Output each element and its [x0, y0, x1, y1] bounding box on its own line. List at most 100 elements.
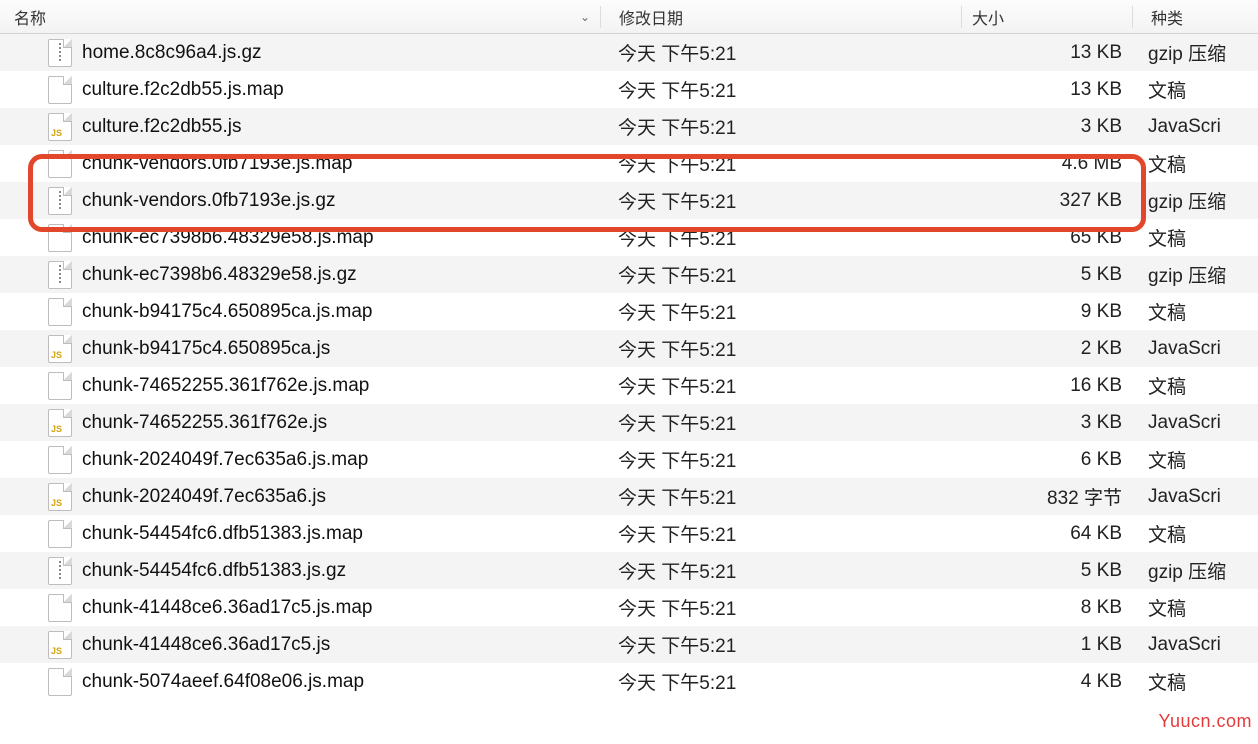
file-size-cell: 2 KB — [960, 338, 1130, 360]
file-size-cell: 5 KB — [960, 560, 1130, 582]
column-header-date-label: 修改日期 — [619, 11, 683, 28]
file-row[interactable]: culture.f2c2db55.js.map今天 下午5:2113 KB文稿 — [0, 71, 1258, 108]
file-size-cell: 3 KB — [960, 116, 1130, 138]
column-header-name-label: 名称 — [14, 5, 46, 29]
gzip-file-icon — [48, 261, 72, 289]
file-name-cell: chunk-74652255.361f762e.js.map — [0, 372, 600, 400]
column-header-kind[interactable]: 种类 — [1133, 5, 1258, 29]
file-name-label: chunk-2024049f.7ec635a6.js.map — [82, 449, 368, 471]
file-row[interactable]: chunk-2024049f.7ec635a6.js.map 今天 下午5:216… — [0, 441, 1258, 478]
file-name-cell: chunk-2024049f.7ec635a6.js.map — [0, 446, 600, 474]
file-kind-cell: 文稿 — [1130, 298, 1258, 325]
file-name-cell: home.8c8c96a4.js.gz — [0, 39, 600, 67]
file-name-cell: chunk-b94175c4.650895ca.js.map — [0, 298, 600, 326]
file-kind-cell: 文稿 — [1130, 150, 1258, 177]
file-row[interactable]: chunk-b94175c4.650895ca.js今天 下午5:212 KBJ… — [0, 330, 1258, 367]
file-name-label: chunk-74652255.361f762e.js — [82, 412, 327, 434]
file-row[interactable]: chunk-ec7398b6.48329e58.js.map 今天 下午5:216… — [0, 219, 1258, 256]
column-header-date[interactable]: 修改日期 — [601, 5, 961, 29]
file-size-cell: 9 KB — [960, 301, 1130, 323]
gzip-file-icon — [48, 557, 72, 585]
file-name-label: chunk-ec7398b6.48329e58.js.map — [82, 227, 374, 249]
file-name-cell: culture.f2c2db55.js.map — [0, 76, 600, 104]
file-date-cell: 今天 下午5:21 — [600, 594, 960, 621]
file-date-cell: 今天 下午5:21 — [600, 150, 960, 177]
file-size-cell: 64 KB — [960, 523, 1130, 545]
document-file-icon — [48, 150, 72, 178]
file-size-cell: 65 KB — [960, 227, 1130, 249]
column-header-name[interactable]: 名称 ⌄ — [0, 5, 600, 29]
file-name-label: chunk-vendors.0fb7193e.js.map — [82, 153, 352, 175]
file-name-label: chunk-41448ce6.36ad17c5.js.map — [82, 597, 372, 619]
file-size-cell: 13 KB — [960, 42, 1130, 64]
column-header-size[interactable]: 大小 — [962, 5, 1132, 29]
file-size-cell: 327 KB — [960, 190, 1130, 212]
file-name-cell: chunk-ec7398b6.48329e58.js.map — [0, 224, 600, 252]
file-date-cell: 今天 下午5:21 — [600, 446, 960, 473]
file-name-label: chunk-54454fc6.dfb51383.js.map — [82, 523, 363, 545]
file-name-cell: chunk-54454fc6.dfb51383.js.map — [0, 520, 600, 548]
file-kind-cell: 文稿 — [1130, 668, 1258, 695]
file-date-cell: 今天 下午5:21 — [600, 224, 960, 251]
file-kind-cell: JavaScri — [1130, 634, 1258, 656]
file-name-label: chunk-ec7398b6.48329e58.js.gz — [82, 264, 357, 286]
file-row[interactable]: chunk-41448ce6.36ad17c5.js今天 下午5:211 KBJ… — [0, 626, 1258, 663]
document-file-icon — [48, 76, 72, 104]
file-name-label: chunk-b94175c4.650895ca.js — [82, 338, 330, 360]
file-date-cell: 今天 下午5:21 — [600, 668, 960, 695]
file-name-label: chunk-74652255.361f762e.js.map — [82, 375, 369, 397]
document-file-icon — [48, 668, 72, 696]
file-name-cell: chunk-2024049f.7ec635a6.js — [0, 483, 600, 511]
file-kind-cell: gzip 压缩 — [1130, 39, 1258, 66]
file-row[interactable]: chunk-2024049f.7ec635a6.js今天 下午5:21832 字… — [0, 478, 1258, 515]
file-name-label: chunk-b94175c4.650895ca.js.map — [82, 301, 372, 323]
file-kind-cell: 文稿 — [1130, 224, 1258, 251]
file-kind-cell: JavaScri — [1130, 338, 1258, 360]
document-file-icon — [48, 372, 72, 400]
file-date-cell: 今天 下午5:21 — [600, 39, 960, 66]
file-row[interactable]: chunk-vendors.0fb7193e.js.gz今天 下午5:21327… — [0, 182, 1258, 219]
file-size-cell: 4.6 MB — [960, 153, 1130, 175]
file-kind-cell: 文稿 — [1130, 520, 1258, 547]
file-name-label: chunk-5074aeef.64f08e06.js.map — [82, 671, 364, 693]
file-name-label: chunk-54454fc6.dfb51383.js.gz — [82, 560, 346, 582]
file-name-label: culture.f2c2db55.js — [82, 116, 242, 138]
file-row[interactable]: chunk-ec7398b6.48329e58.js.gz今天 下午5:215 … — [0, 256, 1258, 293]
file-kind-cell: gzip 压缩 — [1130, 187, 1258, 214]
file-name-label: chunk-vendors.0fb7193e.js.gz — [82, 190, 336, 212]
column-header-size-label: 大小 — [972, 11, 1004, 28]
file-name-cell: chunk-ec7398b6.48329e58.js.gz — [0, 261, 600, 289]
file-date-cell: 今天 下午5:21 — [600, 76, 960, 103]
file-kind-cell: 文稿 — [1130, 446, 1258, 473]
file-row[interactable]: chunk-74652255.361f762e.js今天 下午5:213 KBJ… — [0, 404, 1258, 441]
watermark-text: Yuucn.com — [1158, 711, 1252, 732]
file-row[interactable]: chunk-b94175c4.650895ca.js.map今天 下午5:219… — [0, 293, 1258, 330]
file-date-cell: 今天 下午5:21 — [600, 557, 960, 584]
file-row[interactable]: chunk-vendors.0fb7193e.js.map 今天 下午5:214.… — [0, 145, 1258, 182]
file-date-cell: 今天 下午5:21 — [600, 261, 960, 288]
file-row[interactable]: chunk-5074aeef.64f08e06.js.map 今天 下午5:214… — [0, 663, 1258, 700]
file-name-cell: chunk-5074aeef.64f08e06.js.map — [0, 668, 600, 696]
file-row[interactable]: chunk-74652255.361f762e.js.map今天 下午5:211… — [0, 367, 1258, 404]
file-size-cell: 4 KB — [960, 671, 1130, 693]
file-name-cell: chunk-54454fc6.dfb51383.js.gz — [0, 557, 600, 585]
file-kind-cell: gzip 压缩 — [1130, 557, 1258, 584]
file-row[interactable]: home.8c8c96a4.js.gz 今天 下午5:2113 KBgzip 压缩 — [0, 34, 1258, 71]
file-row[interactable]: culture.f2c2db55.js今天 下午5:213 KBJavaScri — [0, 108, 1258, 145]
document-file-icon — [48, 446, 72, 474]
file-name-label: culture.f2c2db55.js.map — [82, 79, 284, 101]
file-size-cell: 3 KB — [960, 412, 1130, 434]
document-file-icon — [48, 594, 72, 622]
file-name-cell: chunk-74652255.361f762e.js — [0, 409, 600, 437]
file-row[interactable]: chunk-54454fc6.dfb51383.js.gz 今天 下午5:215 … — [0, 552, 1258, 589]
file-kind-cell: JavaScri — [1130, 412, 1258, 434]
file-size-cell: 6 KB — [960, 449, 1130, 471]
file-date-cell: 今天 下午5:21 — [600, 372, 960, 399]
file-name-cell: chunk-vendors.0fb7193e.js.gz — [0, 187, 600, 215]
file-row[interactable]: chunk-54454fc6.dfb51383.js.map今天 下午5:216… — [0, 515, 1258, 552]
file-row[interactable]: chunk-41448ce6.36ad17c5.js.map今天 下午5:218… — [0, 589, 1258, 626]
file-name-label: home.8c8c96a4.js.gz — [82, 42, 262, 64]
js-file-icon — [48, 335, 72, 363]
gzip-file-icon — [48, 187, 72, 215]
js-file-icon — [48, 483, 72, 511]
